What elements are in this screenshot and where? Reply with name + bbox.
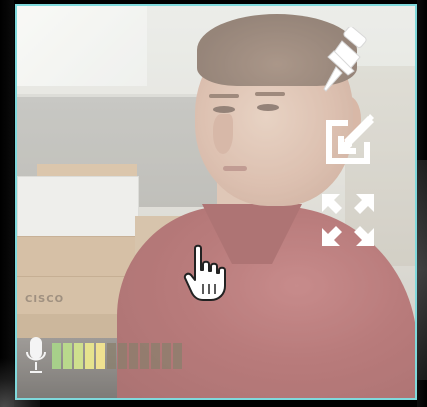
level-segment <box>96 343 105 369</box>
microphone-icon <box>24 334 48 378</box>
audio-level-meter <box>52 342 182 370</box>
microphone-level-indicator <box>24 332 224 380</box>
screen-stage: CISCO <box>0 0 427 407</box>
background-left-edge <box>0 0 14 407</box>
pop-in-button[interactable] <box>318 110 378 170</box>
level-segment <box>63 343 72 369</box>
pop-in-arrow-icon <box>326 114 374 164</box>
level-segment <box>173 343 182 369</box>
level-segment <box>162 343 171 369</box>
hand-pointer-cursor-icon <box>183 244 227 304</box>
level-segment <box>129 343 138 369</box>
level-segment <box>118 343 127 369</box>
level-segment <box>74 343 83 369</box>
level-segment <box>107 343 116 369</box>
level-segment <box>85 343 94 369</box>
level-segment <box>140 343 149 369</box>
fullscreen-button[interactable] <box>318 190 378 250</box>
level-segment <box>151 343 160 369</box>
fullscreen-expand-icon <box>322 194 374 246</box>
level-segment <box>52 343 61 369</box>
pin-button[interactable] <box>322 27 374 95</box>
pin-icon <box>323 27 367 92</box>
